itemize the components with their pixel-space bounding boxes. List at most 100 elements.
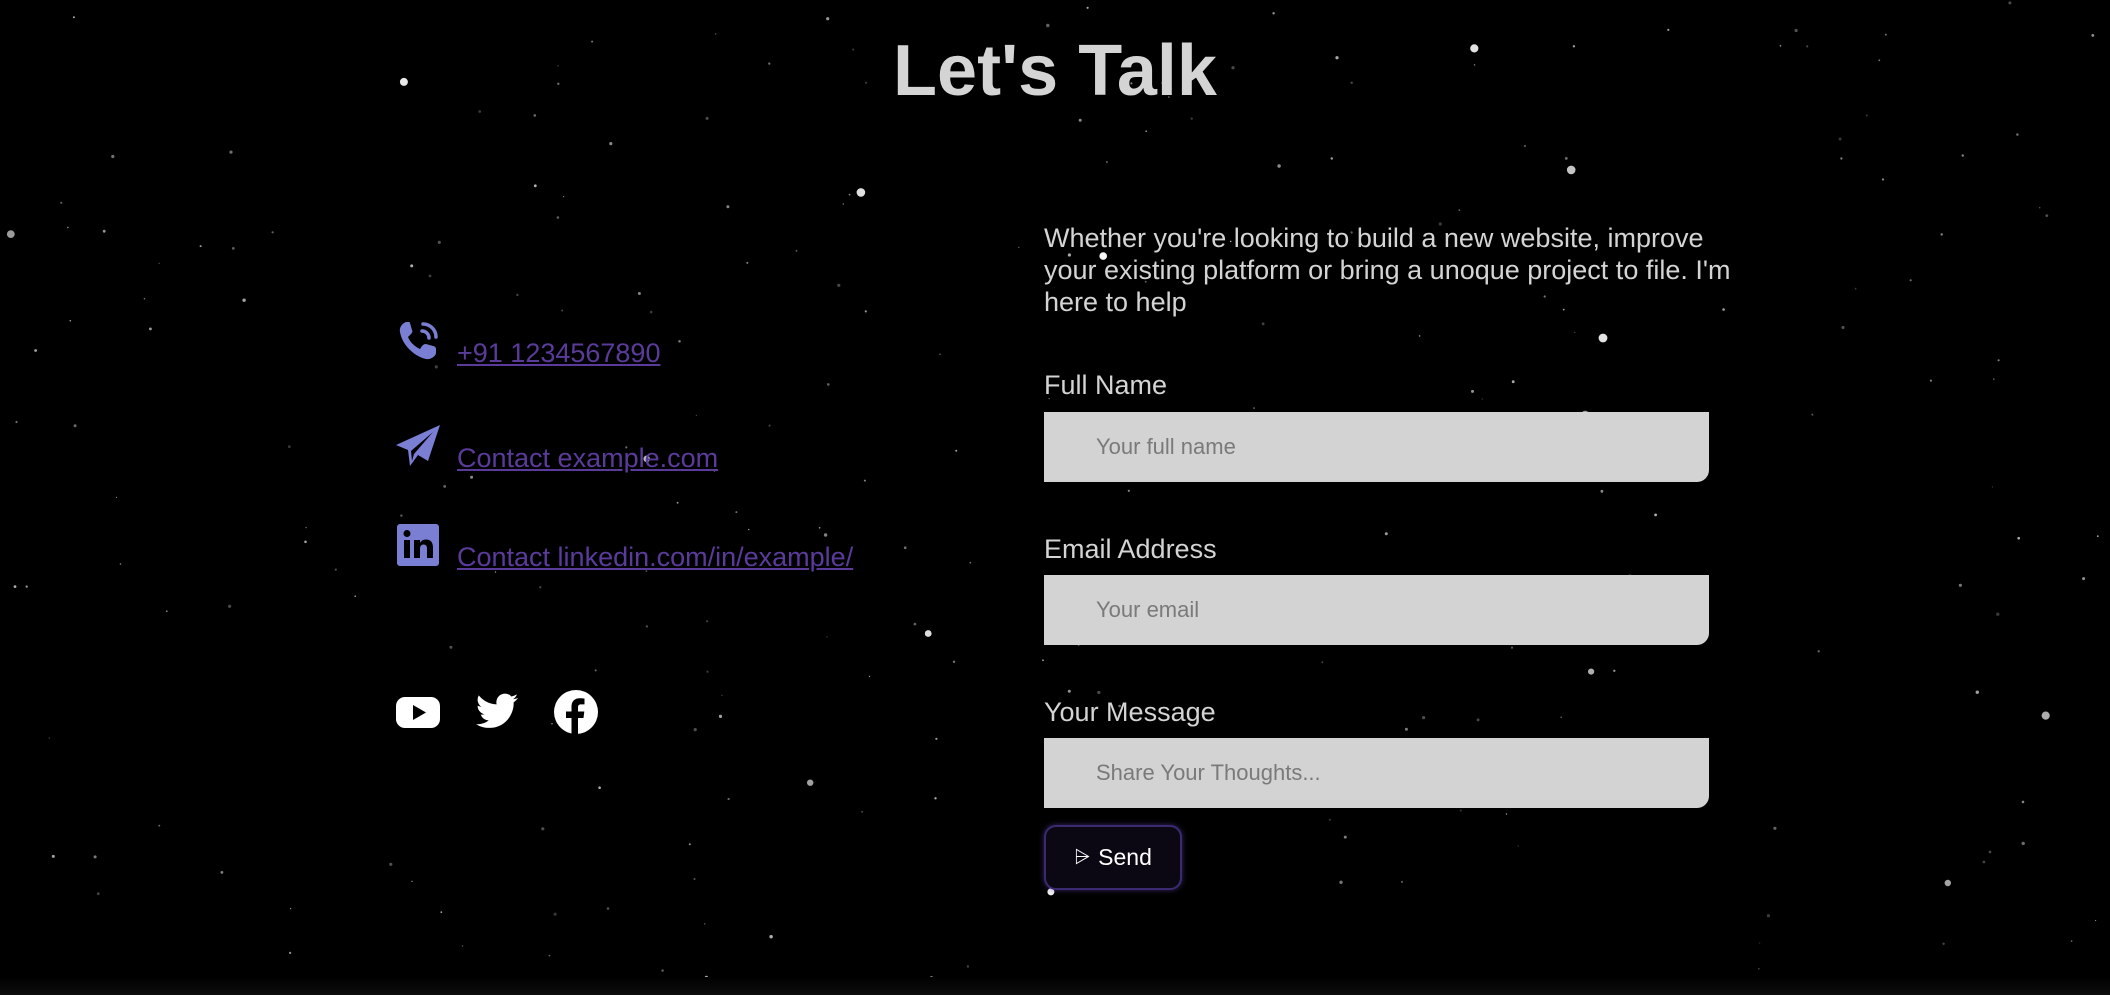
star	[561, 309, 564, 312]
social-links	[395, 689, 599, 735]
star	[287, 445, 291, 448]
star	[1773, 826, 1777, 830]
star	[1253, 407, 1255, 410]
star	[96, 892, 100, 896]
star	[1476, 718, 1480, 722]
star	[1067, 689, 1071, 693]
star	[1600, 489, 1604, 493]
star	[6, 230, 15, 239]
star	[676, 501, 679, 504]
star	[1277, 164, 1281, 168]
star	[1759, 942, 1761, 944]
star	[93, 855, 97, 859]
star	[1574, 332, 1576, 334]
contact-page: Let's Talk +91 1234567890 Contact exampl…	[0, 0, 2110, 995]
star	[563, 196, 565, 198]
star	[158, 824, 161, 827]
star	[661, 969, 664, 972]
star	[1996, 612, 2000, 616]
star	[73, 424, 77, 428]
star	[1459, 809, 1462, 812]
star	[1564, 157, 1568, 160]
star	[60, 201, 63, 204]
star	[2017, 536, 2020, 540]
star	[1517, 845, 1519, 847]
star	[242, 298, 246, 302]
star	[1598, 333, 1608, 343]
star	[703, 923, 706, 925]
star	[735, 511, 738, 514]
star	[1817, 650, 1820, 653]
full-name-input[interactable]	[1044, 412, 1709, 482]
star	[727, 797, 730, 801]
star	[231, 247, 235, 250]
star	[706, 620, 709, 623]
star	[461, 945, 464, 947]
star	[637, 292, 641, 295]
star	[693, 728, 697, 732]
star	[69, 319, 72, 322]
star	[1328, 818, 1331, 821]
star	[440, 911, 443, 913]
twitter-icon[interactable]	[474, 689, 520, 735]
star	[516, 293, 519, 297]
star	[594, 669, 597, 672]
message-input[interactable]	[1044, 738, 1709, 808]
full-name-label: Full Name	[1044, 370, 1168, 400]
send-icon: ⩥	[1074, 846, 1091, 868]
star	[913, 622, 917, 626]
email-input[interactable]	[1044, 575, 1709, 645]
star	[1046, 23, 1050, 28]
star	[934, 797, 937, 800]
star	[606, 907, 610, 910]
star	[769, 935, 773, 939]
star	[1566, 165, 1576, 175]
facebook-icon[interactable]	[553, 689, 599, 735]
star	[718, 714, 723, 719]
star	[1811, 413, 1814, 416]
linkedin-link[interactable]: Contact linkedin.com/in/example/	[457, 542, 853, 572]
send-button-label: Send	[1098, 844, 1152, 870]
star	[695, 414, 698, 417]
star	[199, 245, 202, 248]
star	[1078, 118, 1082, 122]
bottom-edge	[0, 977, 2110, 995]
star	[15, 420, 18, 424]
star	[34, 349, 37, 352]
star	[1339, 880, 1343, 884]
star	[837, 283, 841, 287]
star	[706, 670, 709, 673]
star	[1261, 322, 1265, 326]
star	[229, 150, 233, 154]
star	[903, 546, 907, 549]
star	[1343, 835, 1347, 839]
star	[1944, 879, 1952, 887]
email-link[interactable]: Contact example.com	[457, 443, 718, 473]
star	[969, 561, 972, 564]
star	[848, 193, 851, 196]
star	[220, 871, 224, 874]
star	[539, 586, 542, 589]
star	[1018, 246, 1020, 249]
star	[1929, 379, 1932, 382]
star	[2082, 577, 2086, 581]
star	[271, 231, 274, 234]
send-button[interactable]: ⩥ Send	[1044, 825, 1182, 890]
star	[2039, 207, 2041, 209]
star	[1988, 850, 1992, 854]
linkedin-icon	[395, 522, 441, 568]
star	[1422, 716, 1426, 720]
star	[553, 912, 557, 916]
star	[1991, 486, 1993, 488]
star	[470, 475, 474, 479]
star	[1145, 130, 1147, 132]
star	[1511, 380, 1515, 384]
star	[1940, 233, 1943, 236]
youtube-icon[interactable]	[395, 689, 441, 735]
star	[111, 154, 115, 159]
page-title: Let's Talk	[893, 31, 1217, 111]
star	[1961, 154, 1965, 157]
star	[1418, 335, 1421, 337]
star	[410, 264, 414, 268]
phone-link[interactable]: +91 1234567890	[457, 338, 660, 368]
